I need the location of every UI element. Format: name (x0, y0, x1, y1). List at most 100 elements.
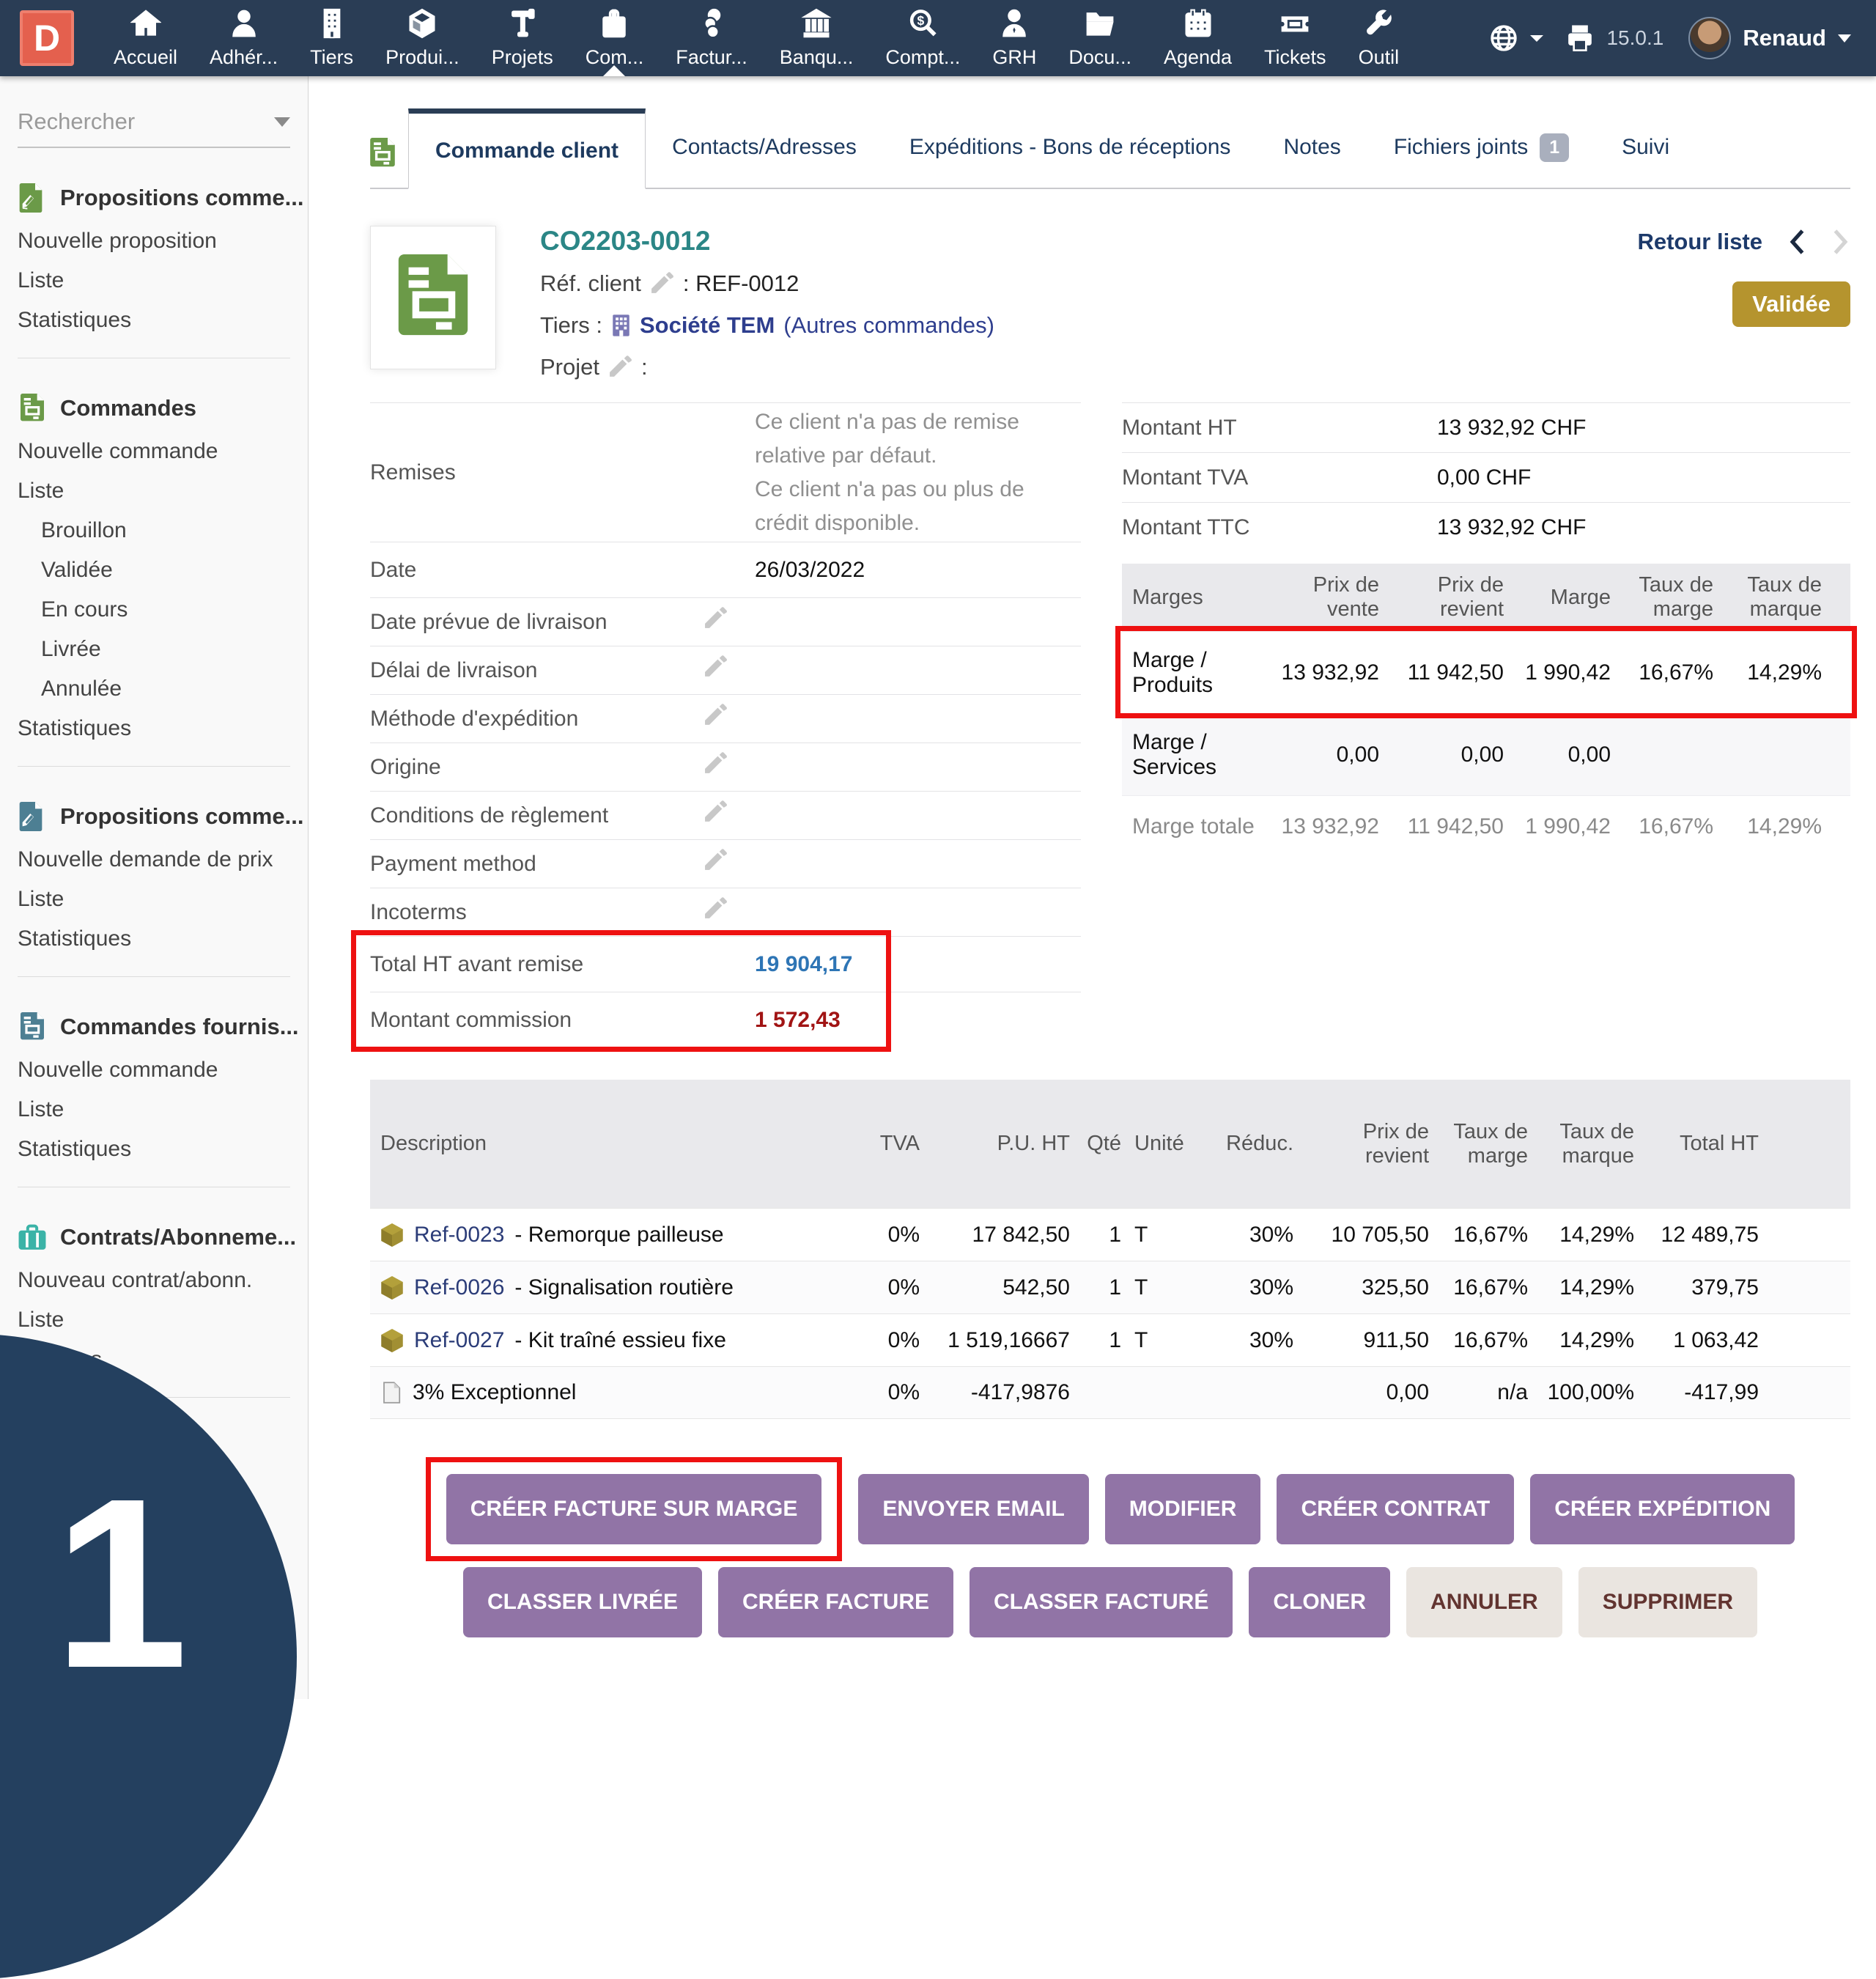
order-ref[interactable]: CO2203-0012 (540, 226, 994, 257)
cloner-button[interactable]: CLONER (1249, 1567, 1390, 1637)
tools-wrench-icon (1363, 8, 1394, 39)
nav-item-grh[interactable]: GRH (976, 0, 1052, 76)
tiers-link[interactable]: Société TEM (640, 311, 775, 340)
sidebar-item[interactable]: Nouvelle demande de prix (18, 849, 290, 871)
edit-pencil-icon[interactable] (704, 752, 728, 776)
next-record-chevron-icon[interactable] (1831, 229, 1850, 255)
edit-ref-client-pencil-icon[interactable] (650, 272, 674, 296)
tab-notes[interactable]: Notes (1257, 107, 1367, 188)
autres-commandes-link[interactable]: (Autres commandes) (783, 311, 994, 340)
nav-item-commerce[interactable]: Com... (569, 0, 660, 76)
sidebar-item[interactable]: Liste (18, 270, 290, 292)
nav-item-projets[interactable]: Projets (476, 0, 569, 76)
sidebar-item[interactable]: Nouvelle commande (18, 441, 290, 462)
avatar[interactable] (1688, 17, 1731, 59)
calendar-icon (1183, 8, 1214, 39)
sidebar-search-input[interactable]: Rechercher (18, 108, 290, 148)
user-caret-icon[interactable] (1838, 34, 1851, 43)
edit-pencil-icon[interactable] (704, 704, 728, 728)
sidebar-item[interactable]: En cours (18, 599, 290, 621)
tab-suivi[interactable]: Suivi (1595, 107, 1696, 188)
supprimer-button[interactable]: SUPPRIMER (1578, 1567, 1757, 1637)
edit-pencil-icon[interactable] (704, 655, 728, 679)
tab-expeditions[interactable]: Expéditions - Bons de réceptions (883, 107, 1258, 188)
sidebar-item[interactable]: Statistiques (18, 1138, 290, 1160)
project-icon (507, 8, 538, 39)
sidebar-item[interactable]: Statistiques (18, 928, 290, 950)
sidebar-title-demandes-prix[interactable]: Propositions comme... (18, 802, 290, 831)
nav-item-outils[interactable]: Outil (1343, 0, 1416, 76)
creer-facture-button[interactable]: CRÉER FACTURE (718, 1567, 953, 1637)
annuler-button[interactable]: ANNULER (1406, 1567, 1562, 1637)
nav-item-facturation[interactable]: Factur... (660, 0, 764, 76)
sidebar-title-commandes-fournisseurs[interactable]: Commandes fournis... (18, 1012, 290, 1042)
summary-row-ttc: Montant TTC 13 932,92 CHF (1122, 502, 1850, 552)
field-row-montant-commission: Montant commission 1 572,43 (370, 992, 1081, 1047)
dolibarr-logo[interactable]: D (20, 10, 74, 66)
creer-expedition-button[interactable]: CRÉER EXPÉDITION (1530, 1474, 1795, 1544)
product-ref-link[interactable]: Ref-0023 (414, 1223, 504, 1248)
nav-item-tickets[interactable]: Tickets (1248, 0, 1343, 76)
nav-item-tiers[interactable]: Tiers (294, 0, 369, 76)
line-label: 3% Exceptionnel (413, 1380, 576, 1405)
edit-projet-pencil-icon[interactable] (608, 355, 632, 380)
sidebar-item[interactable]: Nouveau contrat/abonn. (18, 1269, 290, 1291)
member-icon (229, 8, 259, 39)
sidebar-item[interactable]: Annulée (18, 678, 290, 700)
sidebar-item[interactable]: Liste (18, 1099, 290, 1121)
creer-facture-sur-marge-button[interactable]: CRÉER FACTURE SUR MARGE (446, 1474, 822, 1544)
edit-pencil-icon[interactable] (704, 849, 728, 873)
back-to-list-link[interactable]: Retour liste (1637, 229, 1762, 255)
nav-item-banques[interactable]: Banqu... (764, 0, 870, 76)
edit-pencil-icon[interactable] (704, 607, 728, 631)
sidebar-item[interactable]: Liste (18, 1309, 290, 1331)
sidebar-item[interactable]: Statistiques (18, 718, 290, 740)
order-green-doc-icon (18, 394, 47, 423)
user-menu[interactable]: Renaud (1743, 25, 1826, 51)
globe-icon[interactable] (1489, 23, 1518, 53)
sidebar-item[interactable]: Brouillon (18, 520, 290, 542)
total-ht-avant-remise-value: 19 904,17 (755, 952, 1081, 977)
sidebar-title-contrats[interactable]: Contrats/Abonneme... (18, 1223, 290, 1252)
sidebar-item[interactable]: Statistiques (18, 309, 290, 331)
field-row-remises: Remises Ce client n'a pas de remise rela… (370, 402, 1081, 542)
prev-record-chevron-icon[interactable] (1787, 229, 1806, 255)
modifier-button[interactable]: MODIFIER (1105, 1474, 1261, 1544)
tab-contacts-adresses[interactable]: Contacts/Adresses (646, 107, 883, 188)
sidebar-item[interactable]: Livrée (18, 638, 290, 660)
tab-commande-client[interactable]: Commande client (408, 108, 646, 189)
sidebar-title-propositions[interactable]: Propositions comme... (18, 183, 290, 213)
nav-item-accueil[interactable]: Accueil (97, 0, 193, 76)
sidebar-title-commandes[interactable]: Commandes (18, 394, 290, 423)
printer-icon[interactable] (1565, 23, 1595, 53)
sidebar-item[interactable]: Nouvelle proposition (18, 230, 290, 252)
contract-briefcase-icon (18, 1223, 47, 1252)
sidebar-item[interactable]: Liste (18, 480, 290, 502)
search-caret-icon[interactable] (274, 117, 290, 127)
envoyer-email-button[interactable]: ENVOYER EMAIL (858, 1474, 1088, 1544)
sidebar-item[interactable]: Liste (18, 888, 290, 910)
document-thumbnail[interactable] (370, 226, 496, 369)
nav-item-documents[interactable]: Docu... (1052, 0, 1148, 76)
classer-livree-button[interactable]: CLASSER LIVRÉE (463, 1567, 702, 1637)
tab-fichiers-joints[interactable]: Fichiers joints 1 (1367, 107, 1595, 188)
nav-item-comptabilite[interactable]: $ Compt... (869, 0, 976, 76)
sidebar-item[interactable]: Validée (18, 559, 290, 581)
edit-pencil-icon[interactable] (704, 800, 728, 825)
product-cube-icon (407, 8, 437, 39)
globe-caret-icon[interactable] (1530, 35, 1543, 42)
classer-facture-button[interactable]: CLASSER FACTURÉ (970, 1567, 1233, 1637)
field-row-incoterms: Incoterms (370, 888, 1081, 936)
product-ref-link[interactable]: Ref-0026 (414, 1275, 504, 1300)
nav-item-adherents[interactable]: Adhér... (193, 0, 294, 76)
edit-pencil-icon[interactable] (704, 897, 728, 921)
thirdparty-building-icon (317, 8, 347, 39)
product-ref-link[interactable]: Ref-0027 (414, 1328, 504, 1353)
actions-row-1: CRÉER FACTURE SUR MARGE ENVOYER EMAIL MO… (370, 1457, 1850, 1561)
nav-item-produits[interactable]: Produi... (369, 0, 476, 76)
nav-item-agenda[interactable]: Agenda (1148, 0, 1248, 76)
status-badge: Validée (1732, 281, 1850, 327)
order-fields-table: Remises Ce client n'a pas de remise rela… (370, 402, 1081, 1047)
sidebar-item[interactable]: Nouvelle commande (18, 1059, 290, 1081)
creer-contrat-button[interactable]: CRÉER CONTRAT (1277, 1474, 1514, 1544)
